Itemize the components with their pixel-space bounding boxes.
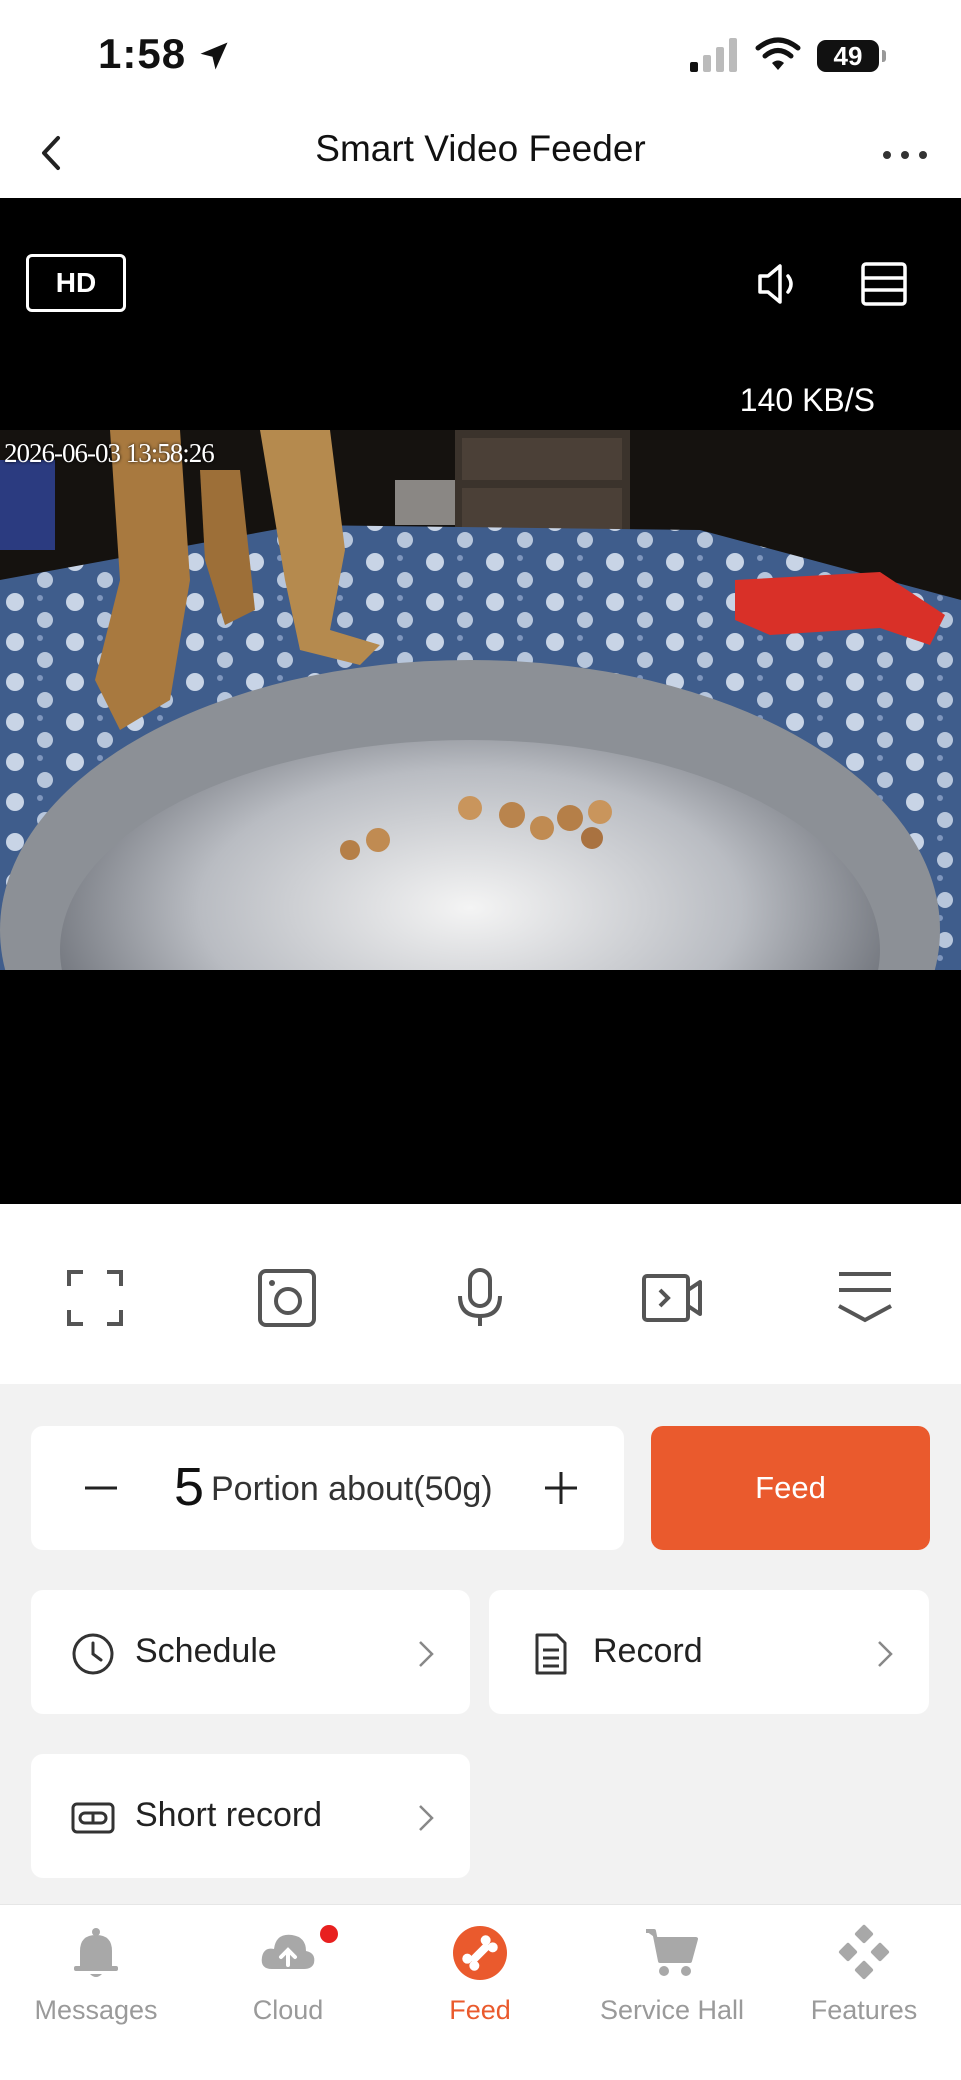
nav-bar: Smart Video Feeder [0,110,961,198]
video-player[interactable]: HD 140 KB/S 2026-06-03 13:58:26 [0,198,961,1204]
clock-icon [72,1633,114,1675]
feed-button[interactable]: Feed [651,1426,930,1550]
short-record-label: Short record [135,1796,323,1834]
bottom-tab-bar: Messages Cloud Feed Service Hall Feature… [0,1904,961,2080]
short-record-card[interactable]: Short record [31,1754,470,1878]
tab-label: Messages [34,1995,158,2025]
bone-icon [453,1926,507,1980]
tab-label: Feed [449,1995,511,2025]
features-icon [838,1924,890,1980]
portion-count: 5 [174,1457,205,1517]
player-controls [0,1204,961,1384]
tab-label: Service Hall [599,1995,745,2025]
tab-service-hall[interactable]: Service Hall [576,1905,768,2080]
tape-icon [71,1802,115,1834]
tab-cloud[interactable]: Cloud [192,1905,384,2080]
cloud-icon [261,1934,315,1969]
video-timestamp: 2026-06-03 13:58:26 [4,438,215,468]
snapshot-icon[interactable] [255,1266,319,1330]
tab-label: Features [810,1995,918,2025]
schedule-card[interactable]: Schedule [31,1590,470,1714]
tab-label: Cloud [252,1995,324,2025]
wifi-icon [755,37,801,70]
portion-label: Portion about(50g) [211,1470,493,1508]
feed-panel: 5 Portion about(50g) Feed Schedule Recor… [0,1384,961,1904]
more-options-button[interactable] [877,130,933,180]
record-label: Record [593,1632,703,1670]
microphone-icon[interactable] [448,1266,512,1330]
page-title: Smart Video Feeder [315,128,646,169]
plus-button[interactable] [539,1466,583,1510]
document-icon [535,1633,567,1675]
tab-messages[interactable]: Messages [0,1905,192,2080]
notification-badge [320,1925,338,1943]
status-bar: 1:58 49 [0,0,961,110]
record-video-icon[interactable] [640,1266,704,1330]
tab-features[interactable]: Features [768,1905,960,2080]
bell-icon [74,1928,118,1977]
chevron-right-icon [419,1805,434,1831]
location-arrow-icon [200,42,228,70]
camera-feed-image: 2026-06-03 13:58:26 [0,430,961,970]
battery-icon: 49 [817,40,886,72]
minus-button[interactable] [79,1466,123,1510]
layout-toggle-icon[interactable] [856,256,912,312]
cart-icon [646,1929,698,1976]
hd-quality-button[interactable]: HD [26,254,126,312]
speaker-icon[interactable] [752,256,808,312]
bitrate-readout: 140 KB/S [739,382,875,418]
collapse-icon[interactable] [833,1266,897,1330]
chevron-right-icon [878,1641,893,1667]
record-card[interactable]: Record [489,1590,929,1714]
status-time: 1:58 [98,30,187,77]
cellular-signal-icon [690,38,737,72]
portion-stepper: 5 Portion about(50g) [31,1426,624,1550]
schedule-label: Schedule [135,1632,277,1670]
fullscreen-icon[interactable] [63,1266,127,1330]
tab-feed[interactable]: Feed [384,1905,576,2080]
chevron-right-icon [419,1641,434,1667]
